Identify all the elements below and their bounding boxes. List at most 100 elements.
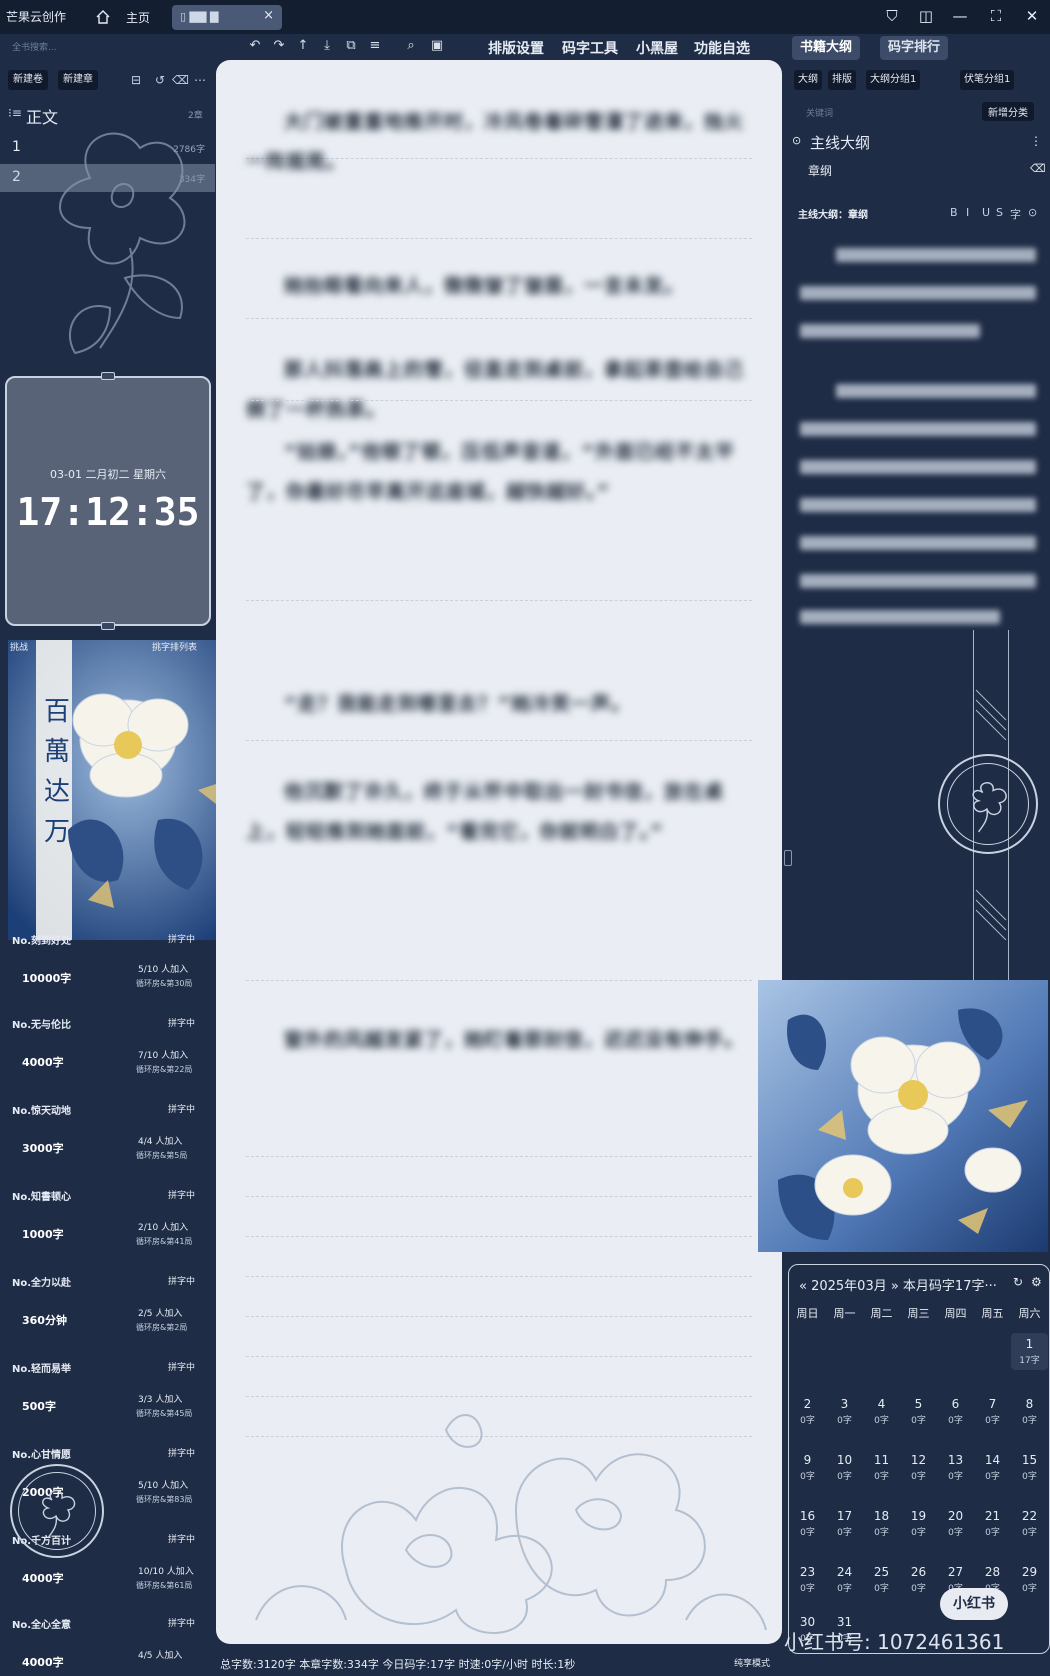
- search-icon[interactable]: ⌕: [402, 38, 420, 56]
- challenge-progress[interactable]: 4/4 人加入: [138, 1134, 182, 1147]
- calendar-day[interactable]: 17 0字: [826, 1509, 863, 1538]
- new-category-button[interactable]: 新增分类: [982, 102, 1034, 121]
- calendar-day[interactable]: 26 0字: [900, 1565, 937, 1594]
- calendar-day[interactable]: 22 0字: [1011, 1509, 1048, 1538]
- folder-icon[interactable]: ⊟: [128, 72, 144, 88]
- keyword-search-input[interactable]: 关键词: [806, 106, 833, 119]
- calendar-day[interactable]: 20 0字: [937, 1509, 974, 1538]
- home-icon[interactable]: [94, 8, 112, 26]
- document-tab[interactable]: ▯ ▇▇ ▇ ×: [172, 5, 282, 30]
- calendar-day[interactable]: 5 0字: [900, 1397, 937, 1426]
- settings-icon[interactable]: ⚙: [1031, 1275, 1042, 1289]
- format-icon[interactable]: ≡: [366, 38, 384, 56]
- editor-paragraph[interactable]: 大门被重重地推开时，冷风卷着碎雪灌了进来，烛火一阵摇晃。: [246, 102, 752, 182]
- calendar-day[interactable]: 24 0字: [826, 1565, 863, 1594]
- challenge-progress[interactable]: 7/10 人加入: [138, 1048, 188, 1061]
- more-icon[interactable]: ⋯: [192, 72, 208, 88]
- challenge-progress[interactable]: 10/10 人加入: [138, 1564, 194, 1577]
- calendar-day[interactable]: 6 0字: [937, 1397, 974, 1426]
- tab-book-outline[interactable]: 书籍大纲: [792, 36, 861, 60]
- underline-button[interactable]: U: [982, 206, 990, 219]
- calendar-day[interactable]: 4 0字: [863, 1397, 900, 1426]
- editor-page[interactable]: 大门被重重地推开时，冷风卷着碎雪灌了进来，烛火一阵摇晃。 她抬眼看向来人，微微皱…: [216, 60, 782, 1644]
- minimize-icon[interactable]: —: [950, 6, 970, 26]
- challenge-progress[interactable]: 5/10 人加入: [138, 962, 188, 975]
- calendar-day[interactable]: 23 0字: [789, 1565, 826, 1594]
- global-search-input[interactable]: 全书搜索...: [12, 40, 57, 53]
- subtab-outline-group[interactable]: 大纲分组1: [866, 70, 921, 90]
- delete-icon[interactable]: ⌫: [1030, 162, 1046, 175]
- calendar-day[interactable]: 21 0字: [974, 1509, 1011, 1538]
- editor-paragraph[interactable]: 窗外的风越发紧了，她盯着那封信，迟迟没有伸手。: [246, 1020, 752, 1060]
- calendar-day[interactable]: 2 0字: [789, 1397, 826, 1426]
- calendar-day[interactable]: 15 0字: [1011, 1453, 1048, 1482]
- menu-layout-settings[interactable]: 排版设置: [488, 38, 544, 58]
- redo-icon[interactable]: ↷: [270, 38, 288, 56]
- save-icon[interactable]: ▣: [428, 38, 446, 56]
- font-button[interactable]: 字: [1010, 206, 1021, 222]
- undo-icon[interactable]: ↶: [246, 38, 264, 56]
- settings-button[interactable]: ⊙: [1028, 206, 1037, 219]
- calendar-day[interactable]: 12 0字: [900, 1453, 937, 1482]
- editor-paragraph[interactable]: “姑娘，”他顿了顿，压低声音道，“外面已经不太平了，你最好尽早离开这座城，越快越…: [246, 432, 752, 512]
- more-options-icon[interactable]: ⋮: [1030, 134, 1042, 148]
- challenge-progress[interactable]: 3/3 人加入: [138, 1392, 182, 1405]
- arrow-up-icon[interactable]: ↑: [294, 38, 312, 56]
- trash-icon[interactable]: ⌫: [172, 72, 189, 88]
- arrow-down-icon[interactable]: ⤓: [318, 38, 336, 56]
- home-tab[interactable]: 主页: [126, 9, 150, 26]
- calendar-day[interactable]: 25 0字: [863, 1565, 900, 1594]
- calendar-day[interactable]: 9 0字: [789, 1453, 826, 1482]
- calendar-day[interactable]: 16 0字: [789, 1509, 826, 1538]
- bold-button[interactable]: B: [950, 206, 958, 219]
- panel-splitter-handle[interactable]: [784, 850, 792, 866]
- editor-paragraph[interactable]: 他沉默了许久，终于从怀中取出一封书信，放在桌上，轻轻推到她面前，“看完它，你就明…: [246, 772, 752, 852]
- calendar-day[interactable]: 19 0字: [900, 1509, 937, 1538]
- challenge-list-title[interactable]: 挑字排列表: [152, 640, 197, 653]
- editor-paragraph[interactable]: “走？我能走到哪里去？”她冷笑一声。: [246, 684, 752, 724]
- calendar-day[interactable]: 7 0字: [974, 1397, 1011, 1426]
- challenge-progress[interactable]: 2/5 人加入: [138, 1306, 182, 1319]
- tab-writing-ranking[interactable]: 码字排行: [880, 36, 949, 60]
- main-outline-title[interactable]: 主线大纲: [810, 132, 870, 153]
- close-tab-icon[interactable]: ×: [263, 8, 274, 23]
- calendar-day[interactable]: 8 0字: [1011, 1397, 1048, 1426]
- pure-mode-button[interactable]: 纯享模式: [734, 1656, 770, 1669]
- outline-text-area[interactable]: [800, 248, 1036, 636]
- menu-custom-features[interactable]: 功能自选: [694, 38, 750, 58]
- chapter-outline-item[interactable]: 章纲: [808, 162, 832, 179]
- close-window-icon[interactable]: ✕: [1022, 6, 1042, 26]
- menu-focus-room[interactable]: 小黑屋: [636, 38, 678, 58]
- editor-paragraph[interactable]: 她抬眼看向来人，微微皱了皱眉，一言未发。: [246, 266, 752, 306]
- subtab-foreshadow-group[interactable]: 伏笔分组1: [960, 70, 1015, 90]
- subtab-outline[interactable]: 大纲: [794, 70, 822, 90]
- challenge-progress[interactable]: 5/10 人加入: [138, 1478, 188, 1491]
- editor-paragraph[interactable]: 那人抖落肩上的雪，径直走到桌前，拿起茶壶给自己倒了一杯热茶。: [246, 350, 752, 430]
- calendar-day[interactable]: 14 0字: [974, 1453, 1011, 1482]
- calendar-day[interactable]: 29 0字: [1011, 1565, 1048, 1594]
- calendar-day[interactable]: 3 0字: [826, 1397, 863, 1426]
- calendar-month[interactable]: « 2025年03月 » 本月码字17字···: [799, 1275, 997, 1294]
- copy-icon[interactable]: ⧉: [342, 38, 360, 56]
- resize-handle-icon[interactable]: [101, 372, 115, 380]
- challenge-progress[interactable]: 4/5 人加入: [138, 1648, 182, 1661]
- refresh-icon[interactable]: ↻: [1013, 1275, 1023, 1289]
- new-chapter-button[interactable]: 新建章: [58, 70, 98, 90]
- day-number: 2: [803, 1397, 812, 1411]
- calendar-day[interactable]: 1 17字: [1011, 1333, 1048, 1370]
- calendar-day[interactable]: 10 0字: [826, 1453, 863, 1482]
- italic-button[interactable]: I: [966, 206, 969, 219]
- calendar-day[interactable]: 13 0字: [937, 1453, 974, 1482]
- layout-icon[interactable]: ◫: [916, 6, 936, 26]
- calendar-day[interactable]: 18 0字: [863, 1509, 900, 1538]
- shirt-icon[interactable]: ⛉: [882, 6, 902, 26]
- challenge-progress[interactable]: 2/10 人加入: [138, 1220, 188, 1233]
- subtab-layout[interactable]: 排版: [828, 70, 856, 90]
- fullscreen-icon[interactable]: ⛶: [986, 6, 1006, 26]
- new-volume-button[interactable]: 新建卷: [8, 70, 48, 90]
- resize-handle-icon[interactable]: [101, 622, 115, 630]
- history-icon[interactable]: ↺: [152, 72, 168, 88]
- menu-writing-tools[interactable]: 码字工具: [562, 38, 618, 58]
- strikethrough-button[interactable]: S: [996, 206, 1003, 219]
- calendar-day[interactable]: 11 0字: [863, 1453, 900, 1482]
